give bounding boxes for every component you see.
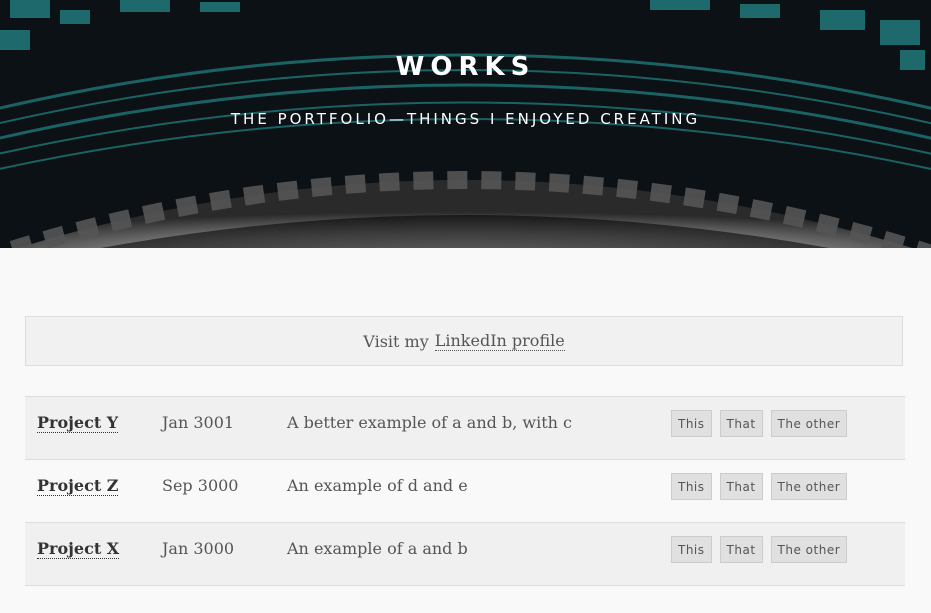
tag-button[interactable]: The other bbox=[770, 536, 848, 563]
tag-button[interactable]: This bbox=[671, 410, 712, 437]
table-row: Project Y Jan 3001 A better example of a… bbox=[25, 397, 905, 460]
table-row: Project Z Sep 3000 An example of d and e… bbox=[25, 460, 905, 523]
main-content: Visit my LinkedIn profile Project Y Jan … bbox=[0, 248, 931, 586]
tag-button[interactable]: This bbox=[671, 473, 712, 500]
project-description: An example of d and e bbox=[287, 476, 468, 495]
tag-list: This That The other bbox=[671, 473, 848, 500]
linkedin-callout: Visit my LinkedIn profile bbox=[25, 316, 903, 366]
project-link[interactable]: Project X bbox=[37, 540, 120, 559]
project-date: Jan 3001 bbox=[162, 413, 235, 432]
tag-button[interactable]: The other bbox=[770, 473, 848, 500]
project-link[interactable]: Project Y bbox=[37, 414, 119, 433]
project-description: A better example of a and b, with c bbox=[287, 413, 572, 432]
tag-button[interactable]: That bbox=[719, 536, 763, 563]
tag-button[interactable]: That bbox=[719, 410, 763, 437]
tag-button[interactable]: This bbox=[671, 536, 712, 563]
project-date: Jan 3000 bbox=[162, 539, 235, 558]
tag-list: This That The other bbox=[671, 410, 848, 437]
linkedin-prefix: Visit my bbox=[363, 331, 429, 351]
project-description: An example of a and b bbox=[287, 539, 468, 558]
hero-banner: WORKS THE PORTFOLIO—THINGS I ENJOYED CRE… bbox=[0, 0, 931, 248]
page-title: WORKS bbox=[395, 52, 536, 82]
linkedin-profile-link[interactable]: LinkedIn profile bbox=[434, 331, 565, 351]
table-row: Project X Jan 3000 An example of a and b… bbox=[25, 523, 905, 586]
project-link[interactable]: Project Z bbox=[37, 477, 119, 496]
project-date: Sep 3000 bbox=[162, 476, 239, 495]
tag-button[interactable]: The other bbox=[770, 410, 848, 437]
tag-button[interactable]: That bbox=[719, 473, 763, 500]
tag-list: This That The other bbox=[671, 536, 848, 563]
page-subtitle: THE PORTFOLIO—THINGS I ENJOYED CREATING bbox=[230, 110, 701, 128]
projects-table: Project Y Jan 3001 A better example of a… bbox=[25, 396, 905, 586]
